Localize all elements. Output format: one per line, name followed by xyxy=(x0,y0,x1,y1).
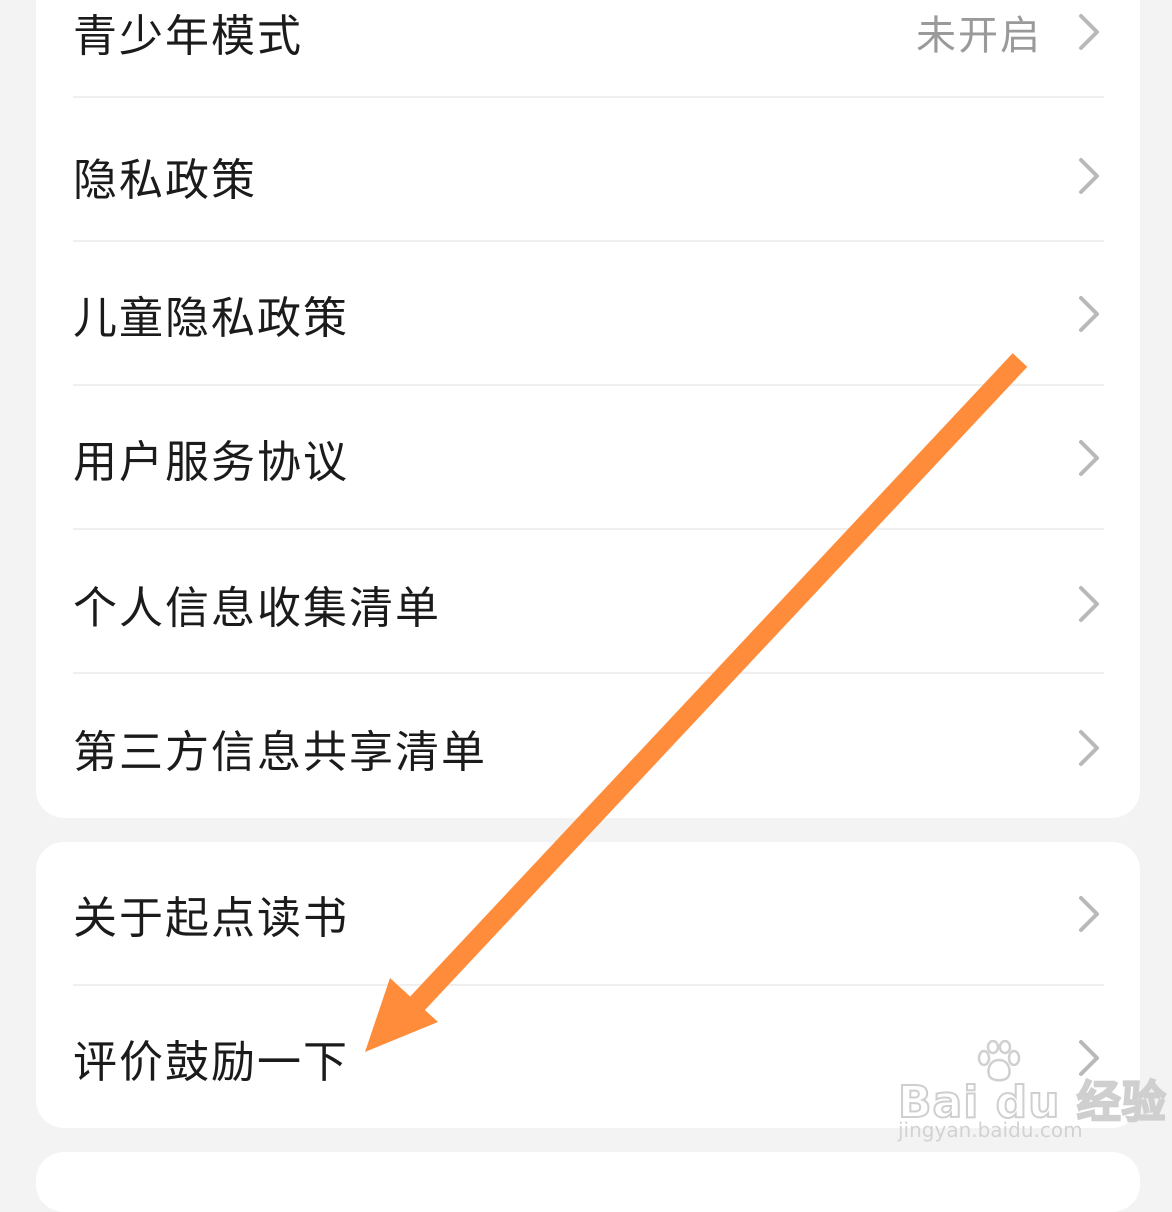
row-user-agreement[interactable]: 用户服务协议 xyxy=(36,386,1140,530)
divider xyxy=(73,672,1104,674)
watermark: Bai du 经验 jingyan.baidu.com xyxy=(897,1040,1167,1150)
row-label: 隐私政策 xyxy=(73,155,257,206)
chevron-right-icon xyxy=(1079,896,1099,932)
chevron-right-icon xyxy=(1079,440,1099,476)
row-third-party-sharing-list[interactable]: 第三方信息共享清单 xyxy=(36,676,1140,818)
row-youth-mode[interactable]: 青少年模式 未开启 xyxy=(36,0,1140,104)
chevron-right-icon xyxy=(1079,158,1099,194)
chevron-right-icon xyxy=(1079,14,1099,50)
chevron-right-icon xyxy=(1079,586,1099,622)
row-label: 用户服务协议 xyxy=(73,437,349,488)
watermark-url: jingyan.baidu.com xyxy=(898,1118,1083,1142)
divider xyxy=(73,96,1104,98)
row-label: 青少年模式 xyxy=(73,11,303,62)
row-child-privacy-policy[interactable]: 儿童隐私政策 xyxy=(36,242,1140,386)
settings-group-next xyxy=(36,1152,1140,1212)
chevron-right-icon xyxy=(1079,296,1099,332)
settings-group-legal: 青少年模式 未开启 隐私政策 儿童隐私政策 用户服务协议 个人信息收集清单 第三… xyxy=(36,0,1140,818)
row-privacy-policy[interactable]: 隐私政策 xyxy=(36,104,1140,248)
row-value: 未开启 xyxy=(916,13,1042,59)
row-personal-info-list[interactable]: 个人信息收集清单 xyxy=(36,532,1140,676)
row-about-app[interactable]: 关于起点读书 xyxy=(36,842,1140,986)
row-label: 儿童隐私政策 xyxy=(73,293,349,344)
divider xyxy=(73,528,1104,530)
row-label: 关于起点读书 xyxy=(73,893,349,944)
row-label: 个人信息收集清单 xyxy=(73,583,441,634)
row-label: 评价鼓励一下 xyxy=(73,1037,349,1088)
chevron-right-icon xyxy=(1079,730,1099,766)
row-label: 第三方信息共享清单 xyxy=(73,727,487,778)
